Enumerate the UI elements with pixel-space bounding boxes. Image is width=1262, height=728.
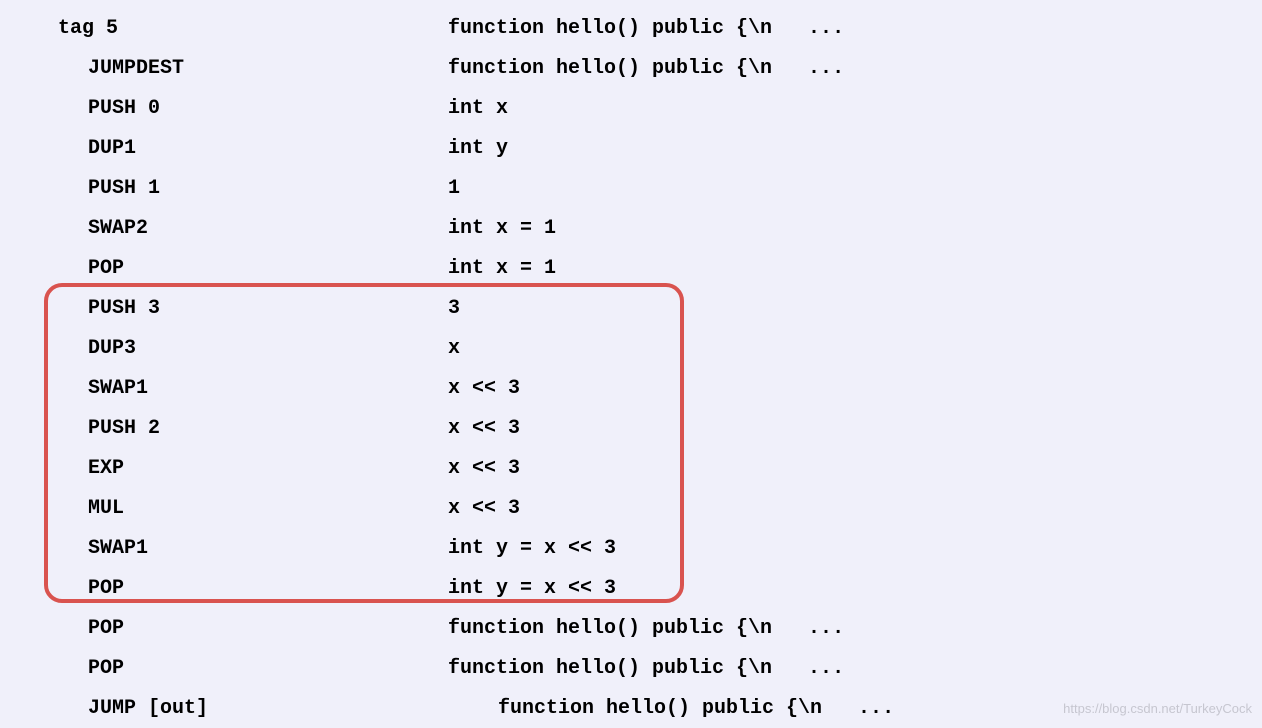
opcode-cell: JUMPDEST <box>8 57 448 80</box>
opcode-cell: PUSH 0 <box>8 97 448 120</box>
source-cell: x << 3 <box>448 417 1254 440</box>
opcode-cell: PUSH 1 <box>8 177 448 200</box>
opcode-cell: DUP3 <box>8 337 448 360</box>
opcode-cell: PUSH 2 <box>8 417 448 440</box>
source-cell: x << 3 <box>448 497 1254 520</box>
code-row: JUMPDESTfunction hello() public {\n ... <box>8 48 1254 88</box>
source-cell: function hello() public {\n ... <box>448 657 1254 680</box>
opcode-cell: EXP <box>8 457 448 480</box>
opcode-cell: POP <box>8 257 448 280</box>
code-row: PUSH 0int x <box>8 88 1254 128</box>
code-row: PUSH 11 <box>8 168 1254 208</box>
code-row: DUP1int y <box>8 128 1254 168</box>
opcode-cell: POP <box>8 617 448 640</box>
source-cell: int x = 1 <box>448 257 1254 280</box>
source-cell: int x <box>448 97 1254 120</box>
watermark-text: https://blog.csdn.net/TurkeyCock <box>1063 701 1252 716</box>
code-row: MULx << 3 <box>8 488 1254 528</box>
source-cell: function hello() public {\n ... <box>448 57 1254 80</box>
code-row: tag 5function hello() public {\n ... <box>8 8 1254 48</box>
source-cell: int y = x << 3 <box>448 537 1254 560</box>
opcode-cell: DUP1 <box>8 137 448 160</box>
code-row: POPfunction hello() public {\n ... <box>8 608 1254 648</box>
source-cell: function hello() public {\n ... <box>448 617 1254 640</box>
source-cell: 3 <box>448 297 1254 320</box>
code-row: POPfunction hello() public {\n ... <box>8 648 1254 688</box>
opcode-cell: SWAP1 <box>8 377 448 400</box>
source-cell: x << 3 <box>448 377 1254 400</box>
code-row: SWAP1int y = x << 3 <box>8 528 1254 568</box>
opcode-cell: PUSH 3 <box>8 297 448 320</box>
code-row: POPint x = 1 <box>8 248 1254 288</box>
source-cell: int x = 1 <box>448 217 1254 240</box>
code-row: SWAP1x << 3 <box>8 368 1254 408</box>
opcode-cell: tag 5 <box>8 17 448 40</box>
source-cell: x << 3 <box>448 457 1254 480</box>
opcode-listing: tag 5function hello() public {\n ...JUMP… <box>8 8 1254 728</box>
code-row: DUP3x <box>8 328 1254 368</box>
source-cell: x <box>448 337 1254 360</box>
opcode-cell: POP <box>8 657 448 680</box>
code-row: SWAP2int x = 1 <box>8 208 1254 248</box>
opcode-cell: JUMP [out] <box>8 697 448 720</box>
source-cell: int y = x << 3 <box>448 577 1254 600</box>
code-row: EXPx << 3 <box>8 448 1254 488</box>
opcode-cell: SWAP1 <box>8 537 448 560</box>
code-row: POPint y = x << 3 <box>8 568 1254 608</box>
source-cell: int y <box>448 137 1254 160</box>
opcode-cell: MUL <box>8 497 448 520</box>
source-cell: 1 <box>448 177 1254 200</box>
code-row: PUSH 2x << 3 <box>8 408 1254 448</box>
source-cell: function hello() public {\n ... <box>448 17 1254 40</box>
code-row: PUSH 33 <box>8 288 1254 328</box>
opcode-cell: SWAP2 <box>8 217 448 240</box>
opcode-cell: POP <box>8 577 448 600</box>
